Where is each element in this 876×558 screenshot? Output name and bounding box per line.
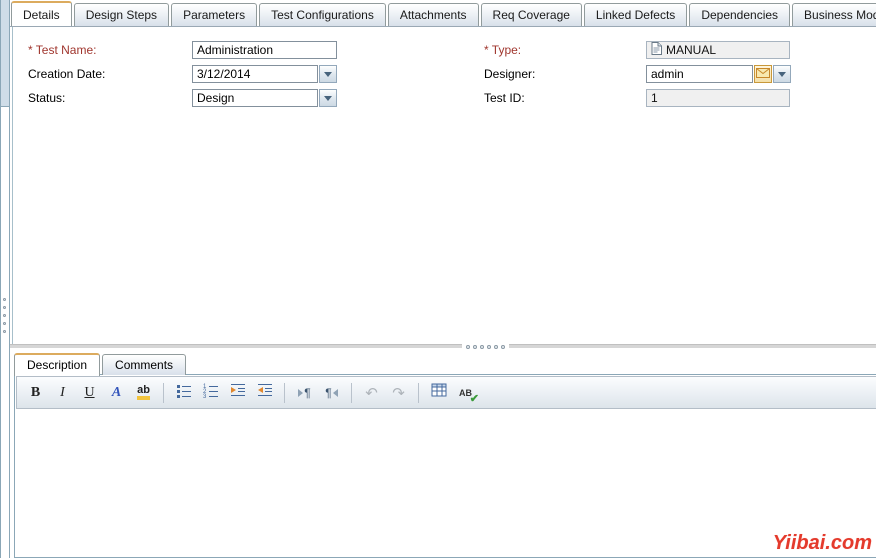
ltr-paragraph-icon: ¶: [298, 386, 310, 400]
tab-test-configurations[interactable]: Test Configurations: [259, 3, 386, 26]
chevron-down-icon: [324, 96, 332, 101]
underline-icon: U: [84, 385, 94, 401]
rich-text-tabbar: Description Comments: [14, 352, 188, 375]
status-label: Status:: [28, 91, 65, 105]
test-id-value: 1: [651, 91, 658, 105]
creation-date-label: Creation Date:: [28, 67, 105, 81]
test-id-label: Test ID:: [484, 91, 525, 105]
svg-text:3: 3: [203, 394, 207, 398]
numbered-list-icon: 123: [203, 382, 219, 403]
designer-dropdown-button[interactable]: [773, 65, 791, 83]
rich-text-toolbar: B I U A ab 123: [16, 376, 876, 409]
vertical-splitter-grip[interactable]: [3, 298, 6, 333]
test-name-label: * Test Name:: [28, 43, 96, 57]
tab-business-models-linkage[interactable]: Business Models Linkage: [792, 3, 876, 26]
tab-dependencies[interactable]: Dependencies: [689, 3, 790, 26]
highlight-button[interactable]: ab: [131, 380, 156, 405]
horizontal-splitter-grip[interactable]: [462, 342, 509, 351]
left-to-right-button[interactable]: ¶: [292, 380, 317, 405]
description-editor-panel: B I U A ab 123: [14, 374, 876, 558]
indent-icon: [230, 382, 246, 403]
status-combo[interactable]: Design: [192, 89, 337, 107]
font-color-button[interactable]: A: [104, 380, 129, 405]
toolbar-separator: [351, 383, 352, 403]
document-icon: [651, 42, 662, 58]
test-details-screen: Details Design Steps Parameters Test Con…: [0, 0, 876, 558]
tab-parameters[interactable]: Parameters: [171, 3, 257, 26]
horizontal-splitter[interactable]: [10, 344, 876, 348]
tab-linked-defects[interactable]: Linked Defects: [584, 3, 687, 26]
status-dropdown-button[interactable]: [319, 89, 337, 107]
designer-label: Designer:: [484, 67, 535, 81]
test-id-field: 1: [646, 89, 790, 107]
details-form-panel: * Test Name: Creation Date: 3/12/2014 St…: [12, 27, 876, 345]
spell-check-icon: AB✔: [459, 388, 472, 398]
status-value[interactable]: Design: [192, 89, 318, 107]
module-tabbar: Details Design Steps Parameters Test Con…: [10, 0, 876, 27]
designer-combo[interactable]: [646, 65, 791, 83]
underline-button[interactable]: U: [77, 380, 102, 405]
type-field: MANUAL: [646, 41, 790, 59]
indent-button[interactable]: [225, 380, 250, 405]
creation-date-value[interactable]: 3/12/2014: [192, 65, 318, 83]
table-icon: [431, 382, 447, 403]
tab-attachments[interactable]: Attachments: [388, 3, 479, 26]
description-text-area[interactable]: [16, 410, 876, 557]
tab-description[interactable]: Description: [14, 353, 100, 376]
toolbar-separator: [284, 383, 285, 403]
mail-icon: [756, 67, 770, 81]
spell-check-button[interactable]: AB✔: [453, 380, 478, 405]
tab-req-coverage[interactable]: Req Coverage: [481, 3, 582, 26]
type-value: MANUAL: [666, 43, 716, 57]
numbered-list-button[interactable]: 123: [198, 380, 223, 405]
bold-button[interactable]: B: [23, 380, 48, 405]
italic-icon: I: [60, 385, 65, 401]
undo-icon: ↶: [365, 384, 378, 402]
font-color-icon: A: [112, 385, 121, 401]
bullet-list-icon: [176, 382, 192, 403]
watermark: Yiibai.com: [773, 532, 872, 555]
undo-button[interactable]: ↶: [359, 380, 384, 405]
creation-date-dropdown-button[interactable]: [319, 65, 337, 83]
redo-icon: ↷: [392, 384, 405, 402]
highlight-icon: ab: [137, 385, 150, 400]
creation-date-combo[interactable]: 3/12/2014: [192, 65, 337, 83]
redo-button[interactable]: ↷: [386, 380, 411, 405]
left-splitter-top-segment: [1, 0, 9, 107]
toolbar-separator: [163, 383, 164, 403]
right-to-left-button[interactable]: ¶: [319, 380, 344, 405]
outdent-icon: [257, 382, 273, 403]
send-mail-button[interactable]: [754, 65, 772, 83]
chevron-down-icon: [778, 72, 786, 77]
rtl-paragraph-icon: ¶: [325, 386, 337, 400]
bold-icon: B: [31, 385, 40, 401]
italic-button[interactable]: I: [50, 380, 75, 405]
tab-comments[interactable]: Comments: [102, 354, 186, 375]
test-name-input[interactable]: [192, 41, 337, 59]
tab-details[interactable]: Details: [11, 1, 72, 27]
type-label: * Type:: [484, 43, 521, 57]
insert-table-button[interactable]: [426, 380, 451, 405]
bullet-list-button[interactable]: [171, 380, 196, 405]
designer-input[interactable]: [646, 65, 753, 83]
outdent-button[interactable]: [252, 380, 277, 405]
tab-design-steps[interactable]: Design Steps: [74, 3, 169, 26]
chevron-down-icon: [324, 72, 332, 77]
left-splitter-bar[interactable]: [0, 0, 10, 558]
toolbar-separator: [418, 383, 419, 403]
